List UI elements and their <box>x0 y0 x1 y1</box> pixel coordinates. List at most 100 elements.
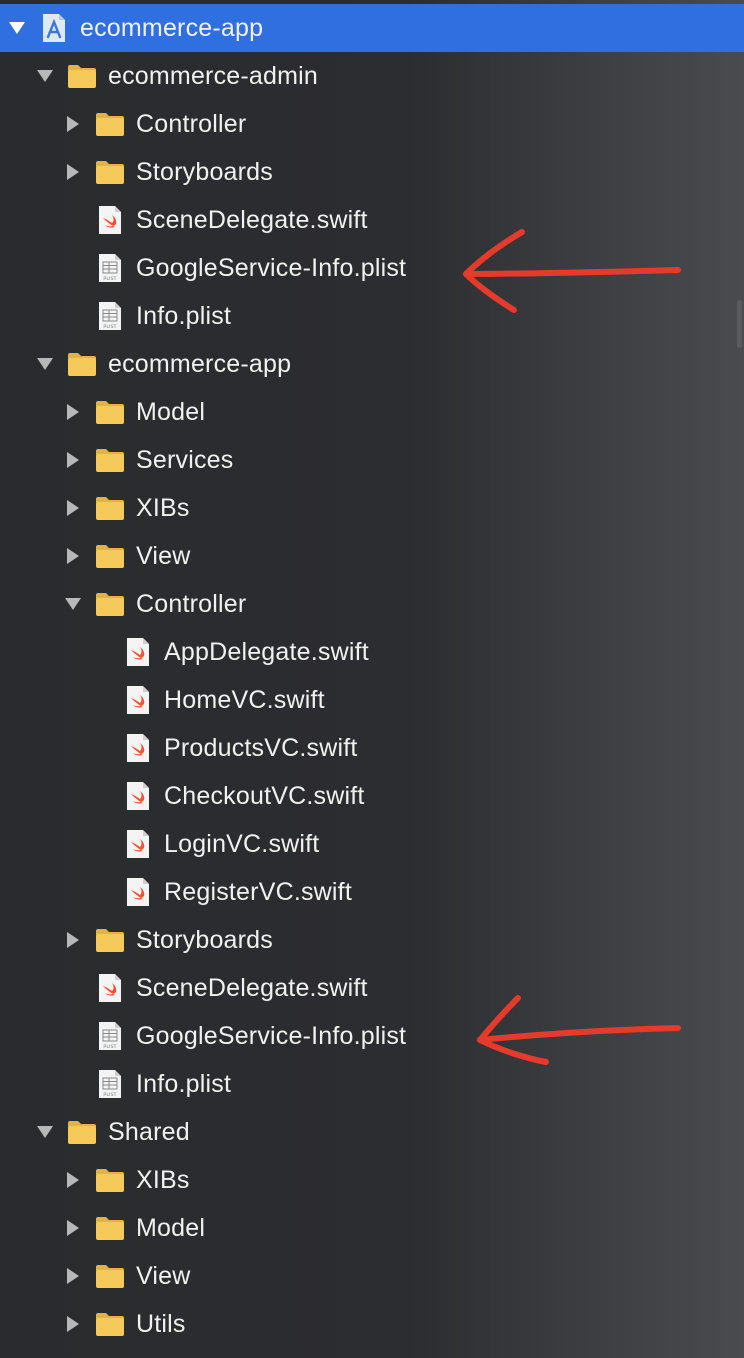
navigator-group-row[interactable]: View <box>0 532 744 580</box>
disclosure-triangle-down-icon[interactable] <box>34 353 56 375</box>
navigator-file-row[interactable]: ProductsVC.swift <box>0 724 744 772</box>
disclosure-triangle-right-icon[interactable] <box>62 449 84 471</box>
navigator-file-row[interactable]: LoginVC.swift <box>0 820 744 868</box>
navigator-item-label: SceneDelegate.swift <box>136 205 368 234</box>
folder-icon <box>94 108 126 140</box>
navigator-group-row[interactable]: Controller <box>0 100 744 148</box>
navigator-file-row[interactable]: SceneDelegate.swift <box>0 196 744 244</box>
swift-file-icon <box>94 204 126 236</box>
navigator-item-label: Controller <box>136 589 247 618</box>
navigator-item-label: Info.plist <box>136 301 232 330</box>
plist-file-icon: PLIST <box>94 300 126 332</box>
swift-file-icon <box>122 684 154 716</box>
navigator-item-label: XIBs <box>136 493 190 522</box>
navigator-item-label: GoogleService-Info.plist <box>136 253 407 282</box>
navigator-item-label: ecommerce-admin <box>108 61 319 90</box>
disclosure-triangle-down-icon[interactable] <box>34 1121 56 1143</box>
navigator-group-row[interactable]: Model <box>0 1204 744 1252</box>
folder-icon <box>66 1116 98 1148</box>
navigator-group-row[interactable]: ecommerce-app <box>0 340 744 388</box>
folder-icon <box>66 60 98 92</box>
plist-badge-text: PLIST <box>103 276 116 282</box>
navigator-item-label: CheckoutVC.swift <box>164 781 365 810</box>
navigator-group-row[interactable]: Utils <box>0 1300 744 1348</box>
navigator-group-row[interactable]: View <box>0 1252 744 1300</box>
navigator-group-row[interactable]: Services <box>0 436 744 484</box>
folder-icon <box>94 444 126 476</box>
navigator-file-row[interactable]: AppDelegate.swift <box>0 628 744 676</box>
disclosure-triangle-right-icon[interactable] <box>62 929 84 951</box>
navigator-group-row[interactable]: ecommerce-admin <box>0 52 744 100</box>
disclosure-triangle-right-icon[interactable] <box>62 545 84 567</box>
plist-badge-text: PLIST <box>103 324 116 330</box>
navigator-item-label: View <box>136 1261 191 1290</box>
swift-file-icon <box>122 876 154 908</box>
folder-icon <box>94 1164 126 1196</box>
disclosure-triangle-right-icon[interactable] <box>62 497 84 519</box>
folder-icon <box>94 540 126 572</box>
plist-badge-text: PLIST <box>103 1092 116 1098</box>
disclosure-triangle-right-icon[interactable] <box>62 161 84 183</box>
navigator-group-row[interactable]: XIBs <box>0 1156 744 1204</box>
disclosure-triangle-right-icon[interactable] <box>62 113 84 135</box>
navigator-item-label: Model <box>136 397 206 426</box>
scrollbar[interactable] <box>737 300 742 348</box>
navigator-group-row[interactable]: Storyboards <box>0 148 744 196</box>
navigator-group-row[interactable]: ecommerce-app <box>0 4 744 52</box>
folder-icon <box>94 588 126 620</box>
swift-file-icon <box>122 828 154 860</box>
swift-file-icon <box>94 972 126 1004</box>
navigator-item-label: Controller <box>136 109 247 138</box>
swift-file-icon <box>122 780 154 812</box>
navigator-file-row[interactable]: PLIST GoogleService-Info.plist <box>0 1012 744 1060</box>
navigator-group-row[interactable]: XIBs <box>0 484 744 532</box>
navigator-item-label: RegisterVC.swift <box>164 877 352 906</box>
navigator-item-label: ecommerce-app <box>80 13 264 42</box>
navigator-item-label: ecommerce-app <box>108 349 292 378</box>
xcode-project-icon <box>38 12 70 44</box>
navigator-item-label: AppDelegate.swift <box>164 637 369 666</box>
navigator-group-row[interactable]: Shared <box>0 1108 744 1156</box>
project-navigator: ecommerce-app ecommerce-admin Controller St… <box>0 0 744 1358</box>
plist-file-icon: PLIST <box>94 252 126 284</box>
disclosure-triangle-right-icon[interactable] <box>62 1217 84 1239</box>
navigator-file-row[interactable]: HomeVC.swift <box>0 676 744 724</box>
navigator-item-label: XIBs <box>136 1165 190 1194</box>
disclosure-triangle-down-icon[interactable] <box>62 593 84 615</box>
navigator-item-label: Utils <box>136 1309 186 1338</box>
folder-icon <box>94 396 126 428</box>
navigator-item-label: View <box>136 541 191 570</box>
navigator-file-row[interactable]: SceneDelegate.swift <box>0 964 744 1012</box>
navigator-item-label: Services <box>136 445 234 474</box>
folder-icon <box>94 924 126 956</box>
navigator-group-row[interactable]: Controller <box>0 580 744 628</box>
navigator-file-row[interactable]: RegisterVC.swift <box>0 868 744 916</box>
plist-file-icon: PLIST <box>94 1020 126 1052</box>
disclosure-triangle-down-icon[interactable] <box>34 65 56 87</box>
disclosure-triangle-right-icon[interactable] <box>62 1169 84 1191</box>
folder-icon <box>94 1212 126 1244</box>
disclosure-triangle-down-icon[interactable] <box>6 17 28 39</box>
folder-icon <box>94 156 126 188</box>
navigator-item-label: ProductsVC.swift <box>164 733 358 762</box>
plist-file-icon: PLIST <box>94 1068 126 1100</box>
disclosure-triangle-right-icon[interactable] <box>62 1265 84 1287</box>
navigator-item-label: LoginVC.swift <box>164 829 320 858</box>
swift-file-icon <box>122 732 154 764</box>
navigator-file-row[interactable]: PLIST Info.plist <box>0 1060 744 1108</box>
navigator-group-row[interactable]: Model <box>0 388 744 436</box>
swift-file-icon <box>122 636 154 668</box>
disclosure-triangle-right-icon[interactable] <box>62 401 84 423</box>
disclosure-triangle-right-icon[interactable] <box>62 1313 84 1335</box>
navigator-item-label: Storyboards <box>136 925 273 954</box>
navigator-item-label: GoogleService-Info.plist <box>136 1021 407 1050</box>
folder-icon <box>66 348 98 380</box>
navigator-file-row[interactable]: CheckoutVC.swift <box>0 772 744 820</box>
navigator-file-row[interactable]: PLIST Info.plist <box>0 292 744 340</box>
navigator-group-row[interactable]: Storyboards <box>0 916 744 964</box>
navigator-item-label: Shared <box>108 1117 190 1146</box>
folder-icon <box>94 1308 126 1340</box>
navigator-file-row[interactable]: PLIST GoogleService-Info.plist <box>0 244 744 292</box>
navigator-item-label: SceneDelegate.swift <box>136 973 368 1002</box>
navigator-item-label: Model <box>136 1213 206 1242</box>
